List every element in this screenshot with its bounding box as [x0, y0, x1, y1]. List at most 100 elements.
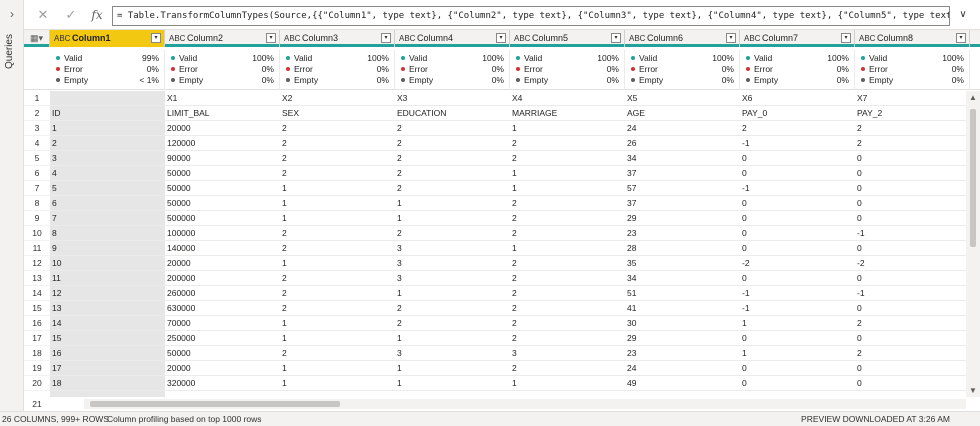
column-header-2[interactable]: ABC Column2 ▾ [165, 30, 280, 47]
table-cell[interactable]: 2 [280, 241, 395, 256]
column-header-5[interactable]: ABC Column5 ▾ [510, 30, 625, 47]
chevron-down-icon[interactable]: ▾ [726, 33, 736, 43]
table-cell[interactable]: 3 [395, 256, 510, 271]
table-cell[interactable]: 2 [395, 301, 510, 316]
table-cell[interactable]: 16 [50, 346, 165, 361]
row-number[interactable]: 13 [24, 271, 50, 286]
table-cell[interactable]: 24 [625, 361, 740, 376]
table-cell[interactable]: 140000 [165, 241, 280, 256]
table-cell[interactable]: 2 [740, 121, 855, 136]
table-cell[interactable]: -1 [740, 301, 855, 316]
table-cell[interactable]: 2 [280, 346, 395, 361]
table-cell[interactable]: X7 [855, 91, 966, 106]
table-cell[interactable]: 0 [740, 361, 855, 376]
column-profile-7[interactable]: Valid 100% Error 0% Empty 0% [740, 50, 855, 90]
table-cell[interactable]: 320000 [165, 376, 280, 391]
table-cell[interactable]: 0 [740, 226, 855, 241]
table-cell[interactable]: 250000 [165, 331, 280, 346]
table-cell[interactable]: 0 [740, 196, 855, 211]
table-cell[interactable]: 2 [510, 256, 625, 271]
table-cell[interactable]: 0 [855, 211, 966, 226]
table-cell[interactable]: 2 [510, 226, 625, 241]
table-cell[interactable]: 1 [510, 121, 625, 136]
table-cell[interactable]: 1 [280, 181, 395, 196]
table-cell[interactable]: -1 [855, 286, 966, 301]
table-cell[interactable]: 8 [50, 226, 165, 241]
table-cell[interactable]: 4 [50, 166, 165, 181]
table-cell[interactable]: 0 [740, 151, 855, 166]
table-cell[interactable]: 2 [510, 316, 625, 331]
table-cell[interactable]: 15 [50, 331, 165, 346]
table-cell[interactable]: 0 [855, 241, 966, 256]
row-number[interactable]: 9 [24, 211, 50, 226]
chevron-down-icon[interactable]: ▾ [841, 33, 851, 43]
table-cell[interactable]: 20000 [165, 256, 280, 271]
table-cell[interactable]: 1 [395, 211, 510, 226]
text-type-icon[interactable]: ABC [284, 30, 300, 47]
table-cell[interactable] [50, 91, 165, 106]
scroll-down-icon[interactable]: ▼ [969, 386, 977, 395]
close-icon[interactable]: ✕ [36, 8, 50, 22]
table-cell[interactable]: 1 [280, 376, 395, 391]
table-cell[interactable]: 3 [395, 271, 510, 286]
text-type-icon[interactable]: ABC [54, 30, 70, 47]
table-cell[interactable]: 0 [855, 331, 966, 346]
table-cell[interactable]: -1 [855, 226, 966, 241]
row-number[interactable]: 7 [24, 181, 50, 196]
column-header-3[interactable]: ABC Column3 ▾ [280, 30, 395, 47]
row-number[interactable]: 8 [24, 196, 50, 211]
table-cell[interactable]: 0 [855, 181, 966, 196]
chevron-down-icon[interactable]: ▾ [266, 33, 276, 43]
table-cell[interactable]: 2 [855, 136, 966, 151]
table-cell[interactable]: 200000 [165, 271, 280, 286]
table-cell[interactable]: SEX [280, 106, 395, 121]
table-cell[interactable]: 20000 [165, 361, 280, 376]
table-cell[interactable]: 3 [395, 346, 510, 361]
table-cell[interactable]: 1 [740, 346, 855, 361]
table-cell[interactable]: 1 [395, 196, 510, 211]
table-cell[interactable]: 2 [510, 151, 625, 166]
table-cell[interactable]: 34 [625, 271, 740, 286]
check-icon[interactable]: ✓ [64, 8, 78, 22]
table-cell[interactable]: 2 [280, 151, 395, 166]
table-cell[interactable]: X1 [165, 91, 280, 106]
table-cell[interactable]: 1 [280, 361, 395, 376]
table-cell[interactable]: 3 [510, 346, 625, 361]
chevron-down-icon[interactable]: ▾ [496, 33, 506, 43]
table-cell[interactable]: 0 [855, 196, 966, 211]
table-cell[interactable]: 1 [510, 166, 625, 181]
column-profile-5[interactable]: Valid 100% Error 0% Empty 0% [510, 50, 625, 90]
table-cell[interactable]: 0 [855, 376, 966, 391]
table-cell[interactable]: 2 [855, 346, 966, 361]
table-cell[interactable]: 2 [510, 286, 625, 301]
table-cell[interactable]: 51 [625, 286, 740, 301]
table-cell[interactable]: 100000 [165, 226, 280, 241]
chevron-down-icon[interactable]: ▾ [956, 33, 966, 43]
formula-input[interactable]: = Table.TransformColumnTypes(Source,{{"C… [112, 6, 950, 26]
table-cell[interactable]: 1 [280, 256, 395, 271]
table-cell[interactable]: -1 [740, 181, 855, 196]
table-cell[interactable]: 2 [510, 211, 625, 226]
table-cell[interactable]: 2 [510, 196, 625, 211]
table-cell[interactable]: 50000 [165, 196, 280, 211]
text-type-icon[interactable]: ABC [514, 30, 530, 47]
table-cell[interactable]: 2 [280, 286, 395, 301]
table-cell[interactable]: 1 [280, 316, 395, 331]
table-cell[interactable]: 0 [855, 151, 966, 166]
table-cell[interactable]: 0 [740, 211, 855, 226]
vertical-scroll-thumb[interactable] [970, 109, 976, 247]
row-number[interactable]: 11 [24, 241, 50, 256]
scroll-up-icon[interactable]: ▲ [969, 93, 977, 102]
table-cell[interactable]: X3 [395, 91, 510, 106]
chevron-right-icon[interactable]: › [6, 8, 18, 20]
column-header-6[interactable]: ABC Column6 ▾ [625, 30, 740, 47]
table-cell[interactable]: 1 [740, 316, 855, 331]
column-profile-6[interactable]: Valid 100% Error 0% Empty 0% [625, 50, 740, 90]
table-cell[interactable]: 2 [395, 121, 510, 136]
table-cell[interactable]: 5 [50, 181, 165, 196]
row-number[interactable]: 2 [24, 106, 50, 121]
table-cell[interactable]: 2 [280, 301, 395, 316]
fx-icon[interactable]: fx [90, 8, 104, 22]
row-number[interactable]: 21 [24, 397, 50, 411]
text-type-icon[interactable]: ABC [744, 30, 760, 47]
